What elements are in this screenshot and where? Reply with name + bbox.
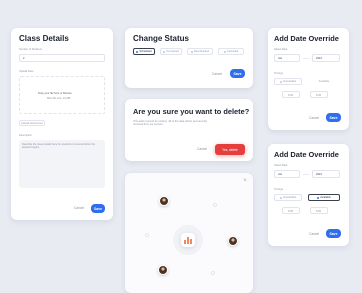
divider: [303, 174, 309, 175]
students-label: Number of Students: [19, 48, 43, 51]
end-time-field-1[interactable]: 5:00: [310, 91, 328, 98]
status-cancel-button[interactable]: Cancel: [209, 70, 225, 77]
radio-dot-icon: [163, 50, 166, 53]
description-field[interactable]: Describe the class details here for stud…: [19, 140, 105, 188]
date-override-title-1: Add Date Override: [274, 34, 339, 43]
class-details-title: Class Details: [19, 34, 69, 43]
upload-attachment-label: Upload Attachment: [21, 121, 43, 125]
available-label: Available: [318, 80, 330, 83]
status-save-button[interactable]: Save: [230, 69, 245, 78]
available-option-2[interactable]: Available: [308, 194, 340, 201]
date-field-2[interactable]: Jan: [274, 170, 300, 178]
status-option-label: Cancelled: [226, 50, 239, 53]
center-tile: [181, 233, 195, 247]
radio-dot-icon: [136, 50, 139, 53]
radio-dot-icon: [279, 80, 282, 83]
class-cancel-button[interactable]: Cancel: [71, 204, 87, 211]
status-option-cancelled[interactable]: Cancelled: [218, 48, 244, 55]
unavailable-label: Unavailable: [282, 196, 297, 199]
students-value: 2: [23, 57, 25, 60]
status-option-completed[interactable]: Completed: [160, 48, 182, 55]
timings-label-1: Timings: [274, 72, 283, 75]
avatar[interactable]: [159, 196, 169, 206]
available-label: Available: [320, 196, 331, 199]
radio-dot-icon: [190, 50, 193, 53]
date-value-1: Jan: [278, 57, 283, 60]
upload-label: Upload Files: [19, 70, 34, 73]
students-field[interactable]: 2: [19, 54, 105, 62]
year-field-1[interactable]: 2024: [312, 54, 340, 62]
upload-hint: Drop your file here or Browse: [38, 92, 72, 95]
status-option-label: Scheduled: [139, 50, 152, 53]
year-value-2: 2024: [316, 173, 322, 176]
avatar[interactable]: [228, 236, 238, 246]
year-field-2[interactable]: 2024: [312, 170, 340, 178]
close-icon[interactable]: ×: [242, 178, 248, 184]
delete-dialog-body: This action cannot be undone. All of the…: [133, 120, 208, 127]
class-save-button[interactable]: Save: [91, 204, 105, 213]
end-time-value-2: 5:00: [316, 210, 322, 213]
description-label: Description: [19, 134, 32, 137]
end-time-value-1: 5:00: [316, 94, 322, 97]
network-card: ×: [125, 173, 253, 293]
change-status-card: Change Status Scheduled Completed Resche…: [125, 28, 253, 88]
date-label-1: Select Date: [274, 48, 288, 51]
description-placeholder: Describe the class details here for stud…: [22, 143, 96, 150]
delete-cancel-button[interactable]: Cancel: [193, 145, 211, 153]
override-save-button-2[interactable]: Save: [326, 229, 341, 238]
radio-dot-icon: [317, 196, 320, 199]
date-override-card-1: Add Date Override Select Date Jan 2024 T…: [268, 28, 349, 130]
status-option-scheduled[interactable]: Scheduled: [133, 48, 155, 55]
available-option-1[interactable]: Available: [310, 78, 338, 85]
date-value-2: Jan: [278, 173, 283, 176]
date-override-card-2: Add Date Override Select Date Jan 2024 T…: [268, 144, 349, 246]
chart-icon: [184, 237, 192, 244]
node-dot: [213, 203, 217, 207]
date-label-2: Select Date: [274, 164, 288, 167]
radio-dot-icon: [279, 196, 282, 199]
node-dot: [211, 271, 215, 275]
delete-dialog-card: Are you sure you want to delete? This ac…: [125, 99, 253, 161]
change-status-title: Change Status: [133, 34, 190, 43]
status-option-label: Rescheduled: [193, 50, 210, 53]
delete-confirm-button[interactable]: Yes, delete: [215, 144, 245, 155]
upload-dropzone[interactable]: Drop your file here or Browse Max file s…: [19, 76, 105, 114]
unavailable-option-2[interactable]: Unavailable: [274, 194, 302, 201]
start-time-field-1[interactable]: 9:00: [282, 91, 300, 98]
year-value-1: 2024: [316, 57, 322, 60]
upload-sub: Max file size: 10 MB: [47, 97, 71, 100]
delete-dialog-title: Are you sure you want to delete?: [133, 107, 250, 116]
divider: [303, 58, 309, 59]
timings-label-2: Timings: [274, 188, 283, 191]
unavailable-label: Unavailable: [282, 80, 297, 83]
start-time-field-2[interactable]: 9:00: [282, 207, 300, 214]
status-option-rescheduled[interactable]: Rescheduled: [187, 48, 213, 55]
override-cancel-button-2[interactable]: Cancel: [306, 230, 322, 237]
start-time-value-1: 9:00: [288, 94, 294, 97]
class-details-card: Class Details Number of Students 2 Uploa…: [11, 28, 113, 220]
override-cancel-button-1[interactable]: Cancel: [306, 114, 322, 121]
date-field-1[interactable]: Jan: [274, 54, 300, 62]
node-dot: [145, 233, 149, 237]
override-save-button-1[interactable]: Save: [326, 113, 341, 122]
radio-dot-icon: [223, 50, 226, 53]
end-time-field-2[interactable]: 5:00: [310, 207, 328, 214]
date-override-title-2: Add Date Override: [274, 150, 339, 159]
unavailable-option-1[interactable]: Unavailable: [274, 78, 302, 85]
status-option-label: Completed: [166, 50, 179, 53]
avatar[interactable]: [158, 265, 168, 275]
start-time-value-2: 9:00: [288, 210, 294, 213]
upload-attachment-tag[interactable]: Upload Attachment: [19, 120, 45, 126]
